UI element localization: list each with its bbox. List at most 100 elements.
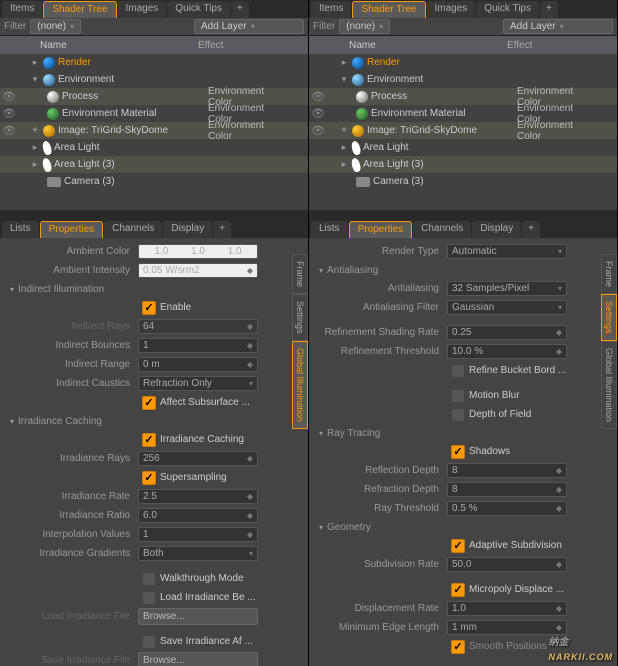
interpolation-values-field[interactable]: 1◆: [138, 527, 258, 542]
side-tab-global-illumination[interactable]: Global Illumination: [292, 341, 308, 429]
section-indirect-illumination[interactable]: Indirect Illumination: [4, 280, 288, 298]
tab-quick-tips[interactable]: Quick Tips: [476, 1, 539, 18]
section-ray-tracing[interactable]: Ray Tracing: [313, 424, 597, 442]
adaptive-subdivision-checkbox[interactable]: ✓: [451, 539, 465, 553]
collapse-icon[interactable]: ▾: [339, 74, 349, 85]
load-irradiance-checkbox[interactable]: ✓: [142, 591, 156, 605]
tab-add[interactable]: +: [213, 221, 231, 238]
node-image[interactable]: Image: TriGrid-SkyDome: [367, 125, 477, 136]
node-area-light[interactable]: Area Light: [363, 142, 409, 153]
node-image[interactable]: Image: TriGrid-SkyDome: [58, 125, 168, 136]
expand-icon[interactable]: ▸: [30, 57, 40, 68]
tab-channels[interactable]: Channels: [413, 221, 471, 238]
tab-properties[interactable]: Properties: [40, 221, 104, 238]
enable-checkbox[interactable]: ✓: [142, 301, 156, 315]
node-env-material[interactable]: Environment Material: [371, 108, 465, 119]
collapse-icon[interactable]: ▾: [30, 74, 40, 85]
indirect-caustics-dropdown[interactable]: Refraction Only▾: [138, 376, 258, 391]
add-layer-dropdown[interactable]: Add Layer: [503, 19, 613, 34]
antialiasing-filter-dropdown[interactable]: Gaussian▾: [447, 300, 567, 315]
section-antialiasing[interactable]: Antialiasing: [313, 261, 597, 279]
side-tab-frame[interactable]: Frame: [601, 254, 617, 294]
irradiance-caching-checkbox[interactable]: ✓: [142, 433, 156, 447]
affect-sss-checkbox[interactable]: ✓: [142, 396, 156, 410]
tab-display[interactable]: Display: [163, 221, 212, 238]
ray-threshold-field[interactable]: 0.5 %◆: [447, 501, 567, 516]
depth-of-field-checkbox[interactable]: ✓: [451, 408, 465, 422]
filter-dropdown[interactable]: (none): [339, 19, 390, 34]
side-tab-global-illumination[interactable]: Global Illumination: [601, 341, 617, 429]
micropoly-checkbox[interactable]: ✓: [451, 583, 465, 597]
visibility-icon[interactable]: 👁: [311, 107, 325, 120]
tab-images[interactable]: Images: [427, 1, 476, 18]
displacement-rate-field[interactable]: 1.0◆: [447, 601, 567, 616]
tab-quick-tips[interactable]: Quick Tips: [167, 1, 230, 18]
node-area-light-3[interactable]: Area Light (3): [363, 159, 424, 170]
add-layer-dropdown[interactable]: Add Layer: [194, 19, 304, 34]
expand-icon[interactable]: ▸: [339, 57, 349, 68]
irradiance-rate-field[interactable]: 2.5◆: [138, 489, 258, 504]
indirect-range-field[interactable]: 0 m◆: [138, 357, 258, 372]
expand-icon[interactable]: ▸: [339, 142, 349, 153]
expand-icon[interactable]: ▸: [30, 159, 40, 170]
visibility-icon[interactable]: 👁: [2, 124, 16, 137]
walkthrough-checkbox[interactable]: ✓: [142, 572, 156, 586]
refinement-threshold-field[interactable]: 10.0 %◆: [447, 344, 567, 359]
visibility-icon[interactable]: 👁: [311, 90, 325, 103]
node-process[interactable]: Process: [62, 91, 98, 102]
tab-add[interactable]: +: [231, 1, 249, 18]
smooth-positions-checkbox[interactable]: ✓: [451, 640, 465, 654]
node-render[interactable]: Render: [58, 57, 91, 68]
tab-add[interactable]: +: [540, 1, 558, 18]
visibility-icon[interactable]: 👁: [2, 90, 16, 103]
ambient-color-field[interactable]: 1.01.01.0: [138, 244, 258, 259]
render-type-dropdown[interactable]: Automatic▾: [447, 244, 567, 259]
visibility-icon[interactable]: 👁: [2, 107, 16, 120]
tab-shader-tree[interactable]: Shader Tree: [43, 1, 116, 18]
tab-items[interactable]: Items: [311, 1, 351, 18]
save-browse-button[interactable]: Browse...: [138, 652, 258, 666]
indirect-bounces-field[interactable]: 1◆: [138, 338, 258, 353]
node-environment[interactable]: Environment: [58, 74, 114, 85]
irradiance-rays-field[interactable]: 256◆: [138, 451, 258, 466]
tab-add[interactable]: +: [522, 221, 540, 238]
refinement-rate-field[interactable]: 0.25◆: [447, 325, 567, 340]
reflection-depth-field[interactable]: 8◆: [447, 463, 567, 478]
node-render[interactable]: Render: [367, 57, 400, 68]
node-camera[interactable]: Camera (3): [373, 176, 424, 187]
save-irradiance-checkbox[interactable]: ✓: [142, 635, 156, 649]
irradiance-gradients-dropdown[interactable]: Both▾: [138, 546, 258, 561]
tab-images[interactable]: Images: [118, 1, 167, 18]
node-env-material[interactable]: Environment Material: [62, 108, 156, 119]
ambient-intensity-field[interactable]: 0.05 W/srm2◆: [138, 263, 258, 278]
motion-blur-checkbox[interactable]: ✓: [451, 389, 465, 403]
refine-bucket-checkbox[interactable]: ✓: [451, 364, 465, 378]
expand-icon[interactable]: ▸: [30, 142, 40, 153]
side-tab-settings[interactable]: Settings: [292, 294, 308, 341]
tab-shader-tree[interactable]: Shader Tree: [352, 1, 425, 18]
node-area-light-3[interactable]: Area Light (3): [54, 159, 115, 170]
node-process[interactable]: Process: [371, 91, 407, 102]
section-irradiance-caching[interactable]: Irradiance Caching: [4, 412, 288, 430]
expand-icon[interactable]: ▸: [339, 159, 349, 170]
subdivision-rate-field[interactable]: 50.0◆: [447, 557, 567, 572]
shadows-checkbox[interactable]: ✓: [451, 445, 465, 459]
tab-items[interactable]: Items: [2, 1, 42, 18]
supersampling-checkbox[interactable]: ✓: [142, 471, 156, 485]
irradiance-ratio-field[interactable]: 6.0◆: [138, 508, 258, 523]
tab-lists[interactable]: Lists: [2, 221, 39, 238]
refraction-depth-field[interactable]: 8◆: [447, 482, 567, 497]
section-geometry[interactable]: Geometry: [313, 518, 597, 536]
side-tab-frame[interactable]: Frame: [292, 254, 308, 294]
node-area-light[interactable]: Area Light: [54, 142, 100, 153]
tab-channels[interactable]: Channels: [104, 221, 162, 238]
tab-properties[interactable]: Properties: [349, 221, 413, 238]
side-tab-settings[interactable]: Settings: [601, 294, 617, 341]
tab-display[interactable]: Display: [472, 221, 521, 238]
load-browse-button[interactable]: Browse...: [138, 608, 258, 625]
tab-lists[interactable]: Lists: [311, 221, 348, 238]
antialiasing-dropdown[interactable]: 32 Samples/Pixel▾: [447, 281, 567, 296]
node-camera[interactable]: Camera (3): [64, 176, 115, 187]
visibility-icon[interactable]: 👁: [311, 124, 325, 137]
filter-dropdown[interactable]: (none): [30, 19, 81, 34]
